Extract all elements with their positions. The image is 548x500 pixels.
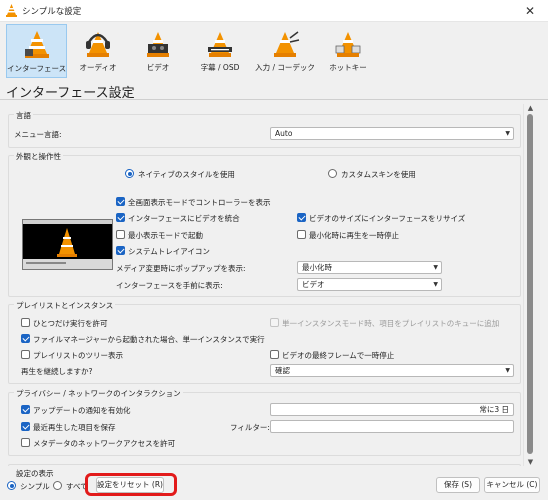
systray-checkbox[interactable] (116, 246, 125, 255)
tab-label: 入力 / コーデック (255, 63, 315, 72)
update-notify-label[interactable]: アップデートの通知を有効化 (33, 405, 131, 416)
enqueue-label[interactable]: 単一インスタンスモード時、項目をプレイリストのキューに追加 (282, 318, 499, 329)
tab-label: 字幕 / OSD (200, 63, 240, 72)
scrollbar-thumb[interactable] (527, 114, 533, 454)
file-manager-instance-checkbox[interactable] (21, 334, 30, 343)
pause-last-frame-checkbox[interactable] (270, 350, 279, 359)
tab-audio[interactable]: オーディオ (70, 24, 126, 78)
popup-value: 最小化時 (302, 263, 332, 272)
appearance-group-title: 外観と操作性 (14, 151, 63, 162)
one-instance-label[interactable]: ひとつだけ実行を許可 (33, 318, 107, 329)
all-radio[interactable] (53, 481, 62, 490)
vlc-cone-interface-icon (24, 31, 49, 58)
resume-select[interactable]: 確認 ▼ (270, 364, 514, 377)
scroll-up-icon[interactable]: ▲ (526, 104, 535, 112)
input-codec-cone-icon (274, 31, 300, 57)
raise-label: インターフェースを手前に表示: (116, 281, 223, 290)
simple-label[interactable]: シンプル (20, 481, 50, 492)
tab-hotkeys[interactable]: ホットキー (320, 24, 376, 78)
vlc-app-icon (6, 4, 17, 17)
save-button[interactable]: 保存 (S) (436, 477, 480, 493)
menu-language-label: メニュー言語: (14, 130, 62, 139)
tab-subtitles-osd[interactable]: 字幕 / OSD (190, 24, 250, 78)
resize-to-video-checkbox[interactable] (297, 213, 306, 222)
headphones-cone-icon (86, 32, 110, 57)
custom-skin-radio[interactable] (328, 169, 337, 178)
systray-label[interactable]: システムトレイアイコン (128, 246, 210, 257)
vertical-scrollbar[interactable]: ▲ ▼ (523, 104, 536, 466)
playlist-tree-label[interactable]: プレイリストのツリー表示 (33, 350, 123, 361)
tab-input-codecs[interactable]: 入力 / コーデック (254, 24, 316, 78)
footer: 設定の表示 シンプル すべて 設定をリセット (R) 保存 (S) キャンセル … (0, 466, 548, 500)
pause-minimized-checkbox[interactable] (297, 230, 306, 239)
tab-label: ビデオ (146, 63, 170, 72)
vlc-preview-icon (23, 220, 112, 269)
chevron-down-icon: ▼ (505, 367, 510, 374)
update-interval-spinbox[interactable]: 常に3 日 (270, 403, 514, 416)
raise-value: ビデオ (302, 280, 325, 289)
update-notify-checkbox[interactable] (21, 405, 30, 414)
cancel-button[interactable]: キャンセル (C) (484, 477, 540, 493)
resize-to-video-label[interactable]: ビデオのサイズにインターフェースをリサイズ (309, 213, 465, 224)
minimal-start-label[interactable]: 最小表示モードで起動 (128, 230, 203, 241)
scroll-down-icon[interactable]: ▼ (526, 458, 535, 466)
divider (0, 99, 548, 100)
filter-label: フィルター: (230, 423, 270, 432)
window-title: シンプルな設定 (22, 7, 82, 17)
show-settings-label: 設定の表示 (16, 469, 54, 478)
title-bar: シンプルな設定 ✕ (0, 0, 548, 22)
native-style-label[interactable]: ネイティブのスタイルを使用 (138, 169, 235, 180)
close-window-button[interactable]: ✕ (520, 3, 540, 19)
minimal-start-checkbox[interactable] (116, 230, 125, 239)
playlist-group-title: プレイリストとインスタンス (14, 300, 116, 311)
pause-minimized-label[interactable]: 最小化時に再生を一時停止 (309, 230, 399, 241)
chevron-down-icon: ▼ (433, 281, 438, 288)
highlight-annotation (85, 473, 177, 496)
tab-label: インターフェース (7, 64, 67, 73)
tab-video[interactable]: ビデオ (130, 24, 186, 78)
privacy-group-title: プライバシー / ネットワークのインタラクション (14, 388, 183, 399)
embed-video-label[interactable]: インターフェースにビデオを統合 (128, 213, 240, 224)
metadata-network-checkbox[interactable] (21, 438, 30, 447)
pause-last-frame-label[interactable]: ビデオの最終フレームで一時停止 (282, 350, 394, 361)
native-style-radio[interactable] (125, 169, 134, 178)
recent-items-label[interactable]: 最近再生した項目を保存 (33, 422, 116, 433)
menu-language-select[interactable]: Auto ▼ (270, 127, 514, 140)
interface-preview-image (22, 219, 113, 270)
recent-items-checkbox[interactable] (21, 422, 30, 431)
chevron-down-icon: ▼ (505, 130, 510, 137)
raise-select[interactable]: ビデオ ▼ (297, 278, 442, 291)
resume-value: 確認 (275, 366, 290, 375)
metadata-network-label[interactable]: メタデータのネットワークアクセスを許可 (33, 438, 175, 449)
custom-skin-label[interactable]: カスタムスキンを使用 (341, 169, 416, 180)
fullscreen-controller-label[interactable]: 全画面表示モードでコントローラーを表示 (128, 197, 271, 208)
settings-scroll-area[interactable]: 言語 メニュー言語: Auto ▼ 外観と操作性 ネイティブのスタイルを使用 カ… (8, 104, 521, 466)
popup-label: メディア変更時にポップアップを表示: (116, 264, 246, 273)
enqueue-checkbox[interactable] (270, 318, 279, 327)
update-interval-value: 常に3 日 (479, 405, 509, 414)
one-instance-checkbox[interactable] (21, 318, 30, 327)
embed-video-checkbox[interactable] (116, 213, 125, 222)
resume-label: 再生を継続しますか? (21, 367, 93, 376)
popup-select[interactable]: 最小化時 ▼ (297, 261, 442, 274)
video-cone-icon (147, 32, 169, 57)
chevron-down-icon: ▼ (433, 264, 438, 271)
fullscreen-controller-checkbox[interactable] (116, 197, 125, 206)
tab-label: ホットキー (329, 63, 367, 72)
hotkeys-cone-icon (335, 32, 361, 57)
category-toolbar: インターフェース オーディオ ビデオ 字幕 / OSD 入力 / コーデック ホ… (0, 22, 548, 80)
playlist-tree-checkbox[interactable] (21, 350, 30, 359)
language-group-title: 言語 (14, 110, 33, 121)
filter-input[interactable] (270, 420, 514, 433)
subtitles-cone-icon (208, 32, 232, 57)
menu-language-value: Auto (275, 129, 293, 138)
tab-interface[interactable]: インターフェース (6, 24, 67, 78)
file-manager-instance-label[interactable]: ファイルマネージャーから起動された場合、単一インスタンスで実行 (33, 334, 265, 345)
tab-label: オーディオ (79, 63, 117, 72)
simple-radio[interactable] (7, 481, 16, 490)
